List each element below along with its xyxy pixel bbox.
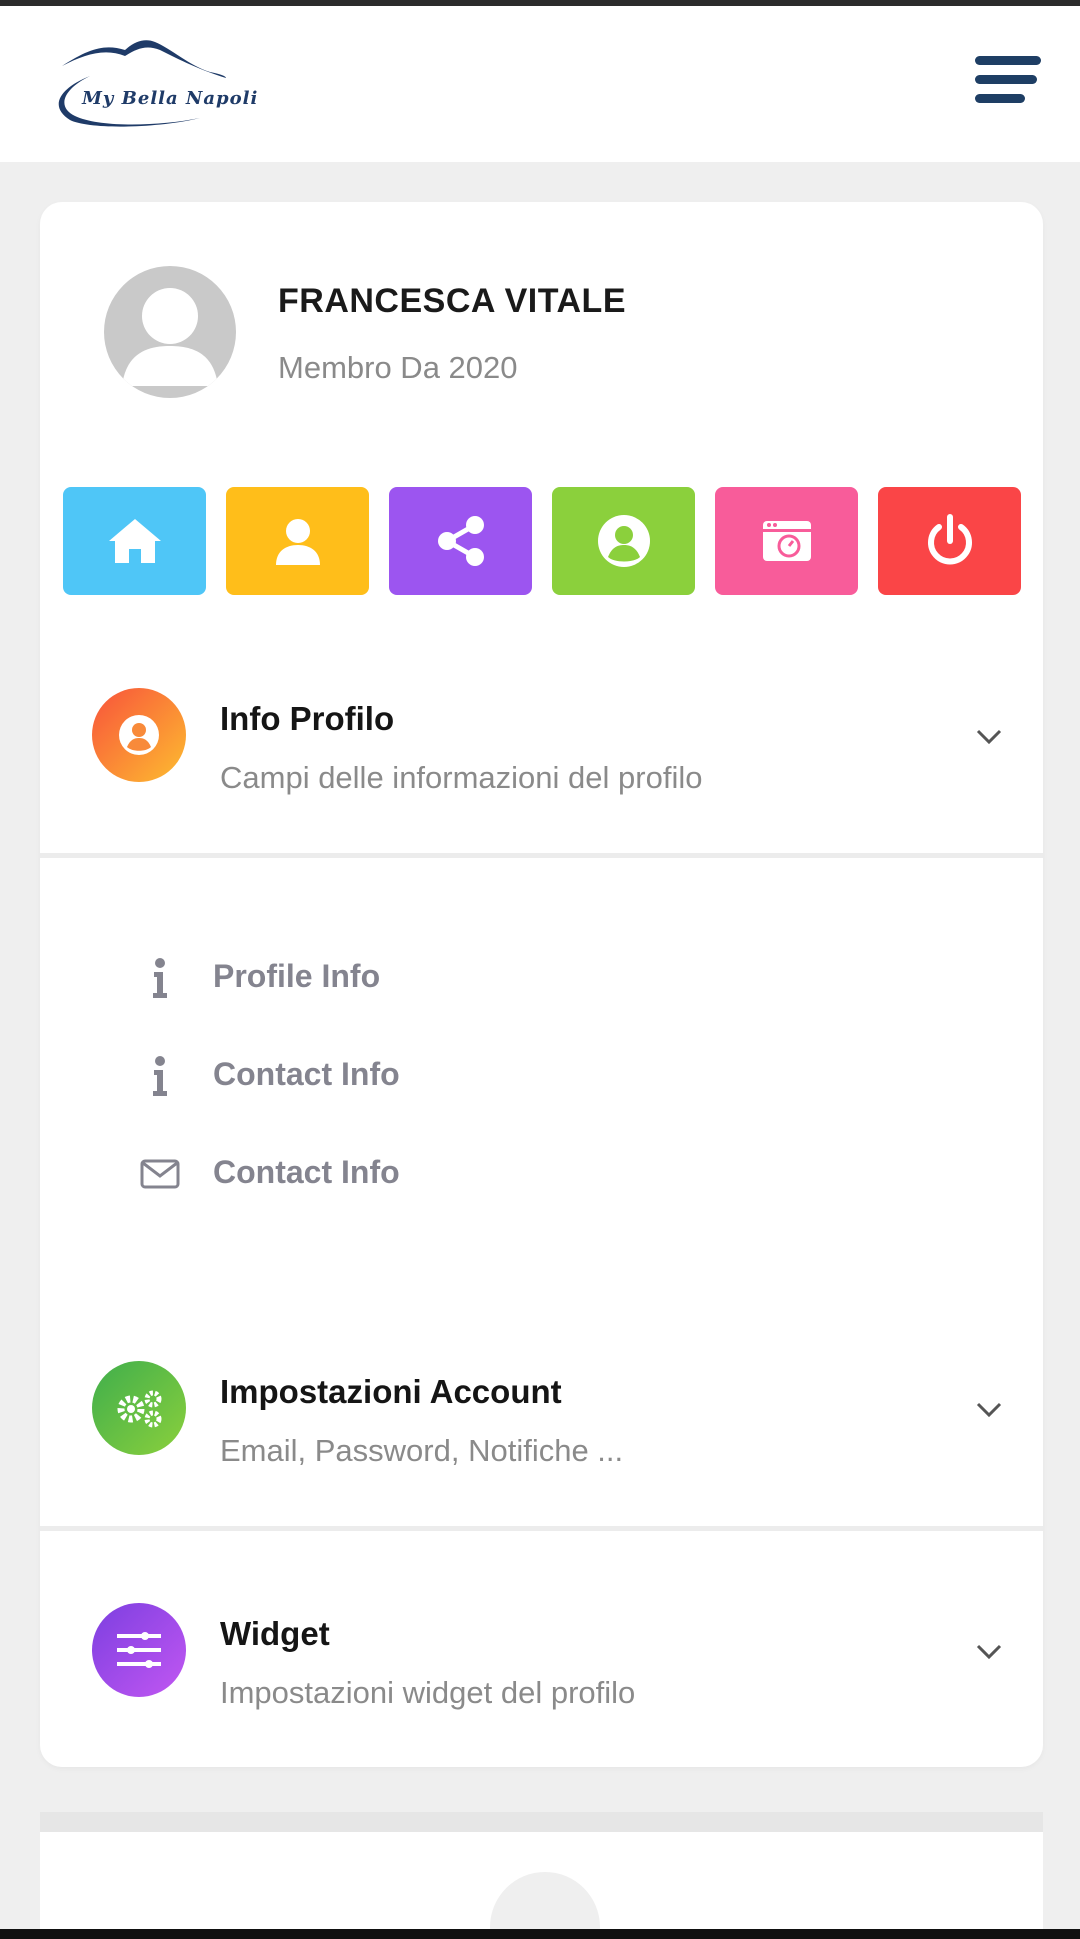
site-logo[interactable]: My Bella Napoli bbox=[50, 36, 260, 136]
secondary-card bbox=[40, 1812, 1043, 1939]
edit-profile-button[interactable] bbox=[226, 487, 369, 595]
contact-info-link[interactable]: Contact Info bbox=[100, 1044, 600, 1104]
logo-text: My Bella Napoli bbox=[82, 88, 259, 109]
profile-card: FRANCESCA VITALE Membro Da 2020 Info Pro… bbox=[40, 202, 1043, 1767]
camera-icon bbox=[762, 521, 811, 561]
divider bbox=[40, 853, 1043, 858]
user-avatar-placeholder-icon bbox=[122, 288, 218, 386]
chevron-down-icon[interactable] bbox=[975, 1637, 1003, 1665]
quick-actions-bar bbox=[63, 487, 1029, 595]
section-widget[interactable]: Widget Impostazioni widget del profilo bbox=[40, 1587, 1043, 1767]
home-button[interactable] bbox=[63, 487, 206, 595]
gears-icon bbox=[117, 1390, 162, 1428]
logout-button[interactable] bbox=[878, 487, 1021, 595]
section-impostazioni-account[interactable]: Impostazioni Account Email, Password, No… bbox=[40, 1345, 1043, 1525]
user-circle-icon bbox=[597, 515, 650, 567]
hamburger-menu-button[interactable] bbox=[975, 56, 1045, 116]
profile-view-button[interactable] bbox=[552, 487, 695, 595]
contact-info-email-link[interactable]: Contact Info bbox=[100, 1142, 600, 1202]
hamburger-icon-line bbox=[975, 75, 1037, 84]
widget-icon-circle bbox=[92, 1603, 186, 1697]
mountain-logo-icon bbox=[58, 40, 226, 127]
avatar bbox=[104, 266, 236, 398]
user-circle-icon bbox=[119, 715, 159, 755]
hamburger-icon-line bbox=[975, 56, 1041, 65]
info-profilo-title: Info Profilo bbox=[220, 700, 395, 737]
account-icon-circle bbox=[92, 1361, 186, 1455]
member-since: Membro Da 2020 bbox=[278, 350, 518, 385]
contact-info-email-label: Contact Info bbox=[213, 1154, 400, 1190]
share-icon bbox=[437, 516, 484, 566]
bottom-navigation-bar bbox=[0, 1929, 1080, 1939]
photos-button[interactable] bbox=[715, 487, 858, 595]
info-profilo-subtitle: Campi delle informazioni del profilo bbox=[220, 760, 703, 795]
info-profilo-icon-circle bbox=[92, 688, 186, 782]
contact-info-label: Contact Info bbox=[213, 1056, 400, 1092]
power-icon bbox=[927, 514, 972, 565]
info-icon bbox=[140, 958, 180, 998]
hamburger-icon-line bbox=[975, 94, 1025, 103]
envelope-icon bbox=[140, 1154, 180, 1194]
widget-subtitle: Impostazioni widget del profilo bbox=[220, 1675, 636, 1710]
profile-info-label: Profile Info bbox=[213, 958, 381, 994]
site-header: My Bella Napoli bbox=[0, 6, 1080, 162]
share-button[interactable] bbox=[389, 487, 532, 595]
account-title: Impostazioni Account bbox=[220, 1373, 562, 1410]
widget-title: Widget bbox=[220, 1615, 330, 1652]
user-name: FRANCESCA VITALE bbox=[278, 282, 626, 320]
profile-info-link[interactable]: Profile Info bbox=[100, 946, 600, 1006]
home-icon bbox=[108, 519, 161, 563]
section-info-profilo[interactable]: Info Profilo Campi delle informazioni de… bbox=[40, 672, 1043, 852]
chevron-down-icon[interactable] bbox=[975, 722, 1003, 750]
chevron-down-icon[interactable] bbox=[975, 1395, 1003, 1423]
account-subtitle: Email, Password, Notifiche ... bbox=[220, 1433, 624, 1468]
divider bbox=[40, 1526, 1043, 1531]
user-icon bbox=[275, 519, 320, 565]
info-icon bbox=[140, 1056, 180, 1096]
sliders-icon bbox=[117, 1632, 161, 1668]
